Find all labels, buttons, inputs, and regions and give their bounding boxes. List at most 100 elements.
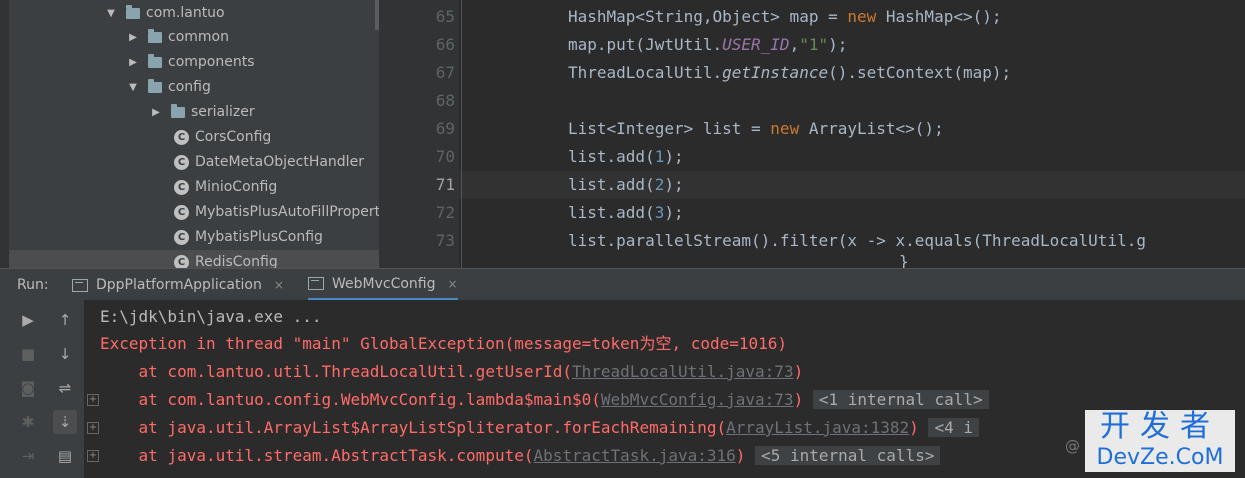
source-link[interactable]: ArrayList.java:1382 xyxy=(726,418,909,437)
stack-frame-text: at com.lantuo.config.WebMvcConfig.lambda… xyxy=(100,390,601,409)
chevron-down-icon[interactable]: ▼ xyxy=(126,75,140,100)
package-icon xyxy=(171,104,185,118)
run-config-icon xyxy=(308,277,324,290)
run-label: Run: xyxy=(17,277,49,293)
code-line-73[interactable]: list.parallelStream().filter(x -> x.equa… xyxy=(568,227,1146,255)
scroll-to-end-icon[interactable]: ⇣ xyxy=(53,410,77,434)
stop-icon[interactable]: ■ xyxy=(16,342,40,366)
stack-frame-suffix: ) xyxy=(793,390,804,409)
soft-wrap-icon[interactable]: ⇌ xyxy=(53,376,77,400)
code-line-66[interactable]: map.put(JwtUtil.USER_ID,"1"); xyxy=(568,31,847,59)
stack-frame-text: at java.util.ArrayList$ArrayListSplitera… xyxy=(100,418,727,437)
code-line-69[interactable]: List<Integer> list = new ArrayList<>(); xyxy=(568,115,944,143)
watermark-top: 开发者 xyxy=(1100,409,1220,444)
tree-item-components[interactable]: ▶ components xyxy=(126,50,255,75)
exit-icon[interactable]: ⇥ xyxy=(16,444,40,468)
run-tool-window-header: Run: DppPlatformApplication × WebMvcConf… xyxy=(0,268,1245,302)
chevron-right-icon[interactable]: ▶ xyxy=(126,25,140,50)
tab-webmvcconfig[interactable]: WebMvcConfig × xyxy=(308,269,458,301)
expand-icon[interactable]: + xyxy=(87,422,99,434)
code-line-71[interactable]: list.add(2); xyxy=(568,171,684,199)
rerun-icon[interactable]: ▶ xyxy=(16,308,40,332)
source-link[interactable]: AbstractTask.java:316 xyxy=(533,446,735,465)
tree-item-label: RedisConfig xyxy=(195,254,278,268)
line-number-current: 71 xyxy=(435,175,455,194)
chevron-down-icon[interactable]: ▼ xyxy=(104,1,118,26)
tree-item-corsconfig[interactable]: C CorsConfig xyxy=(174,125,271,150)
tab-label: WebMvcConfig xyxy=(332,275,436,292)
tree-item-datemetaobjecthandler[interactable]: C DateMetaObjectHandler xyxy=(174,150,364,175)
code-editor[interactable]: 65 66 67 68 69 70 71 72 73 HashMap<Strin… xyxy=(379,0,1245,268)
print-icon[interactable]: ▤ xyxy=(53,444,77,468)
camera-icon[interactable]: ◙ xyxy=(16,376,40,400)
close-icon[interactable]: × xyxy=(274,269,284,301)
tree-item-redisconfig[interactable]: C RedisConfig xyxy=(9,250,379,268)
chevron-right-icon[interactable]: ▶ xyxy=(149,100,163,125)
line-number: 67 xyxy=(435,63,455,82)
code-line-72[interactable]: list.add(3); xyxy=(568,199,684,227)
expand-icon[interactable]: + xyxy=(87,450,99,462)
stack-frame: at com.lantuo.util.ThreadLocalUtil.getUs… xyxy=(100,358,804,386)
line-number: 68 xyxy=(435,91,455,110)
class-icon: C xyxy=(174,130,189,145)
tree-item-mybatisplusconfig[interactable]: C MybatisPlusConfig xyxy=(174,225,323,250)
source-link[interactable]: WebMvcConfig.java:73 xyxy=(601,390,794,409)
internal-calls-badge[interactable]: <4 i xyxy=(928,418,979,437)
tree-item-label: MybatisPlusConfig xyxy=(195,229,323,245)
tree-item-minioconfig[interactable]: C MinioConfig xyxy=(174,175,277,200)
tree-item-label: DateMetaObjectHandler xyxy=(195,154,364,170)
stack-frame-text: at com.lantuo.util.ThreadLocalUtil.getUs… xyxy=(100,362,573,381)
tree-item-serializer[interactable]: ▶ serializer xyxy=(149,100,255,125)
stack-frame-text: at java.util.stream.AbstractTask.compute… xyxy=(100,446,534,465)
tree-item-mybatisplusautofill[interactable]: C MybatisPlusAutoFillPropert xyxy=(174,200,379,225)
line-number: 66 xyxy=(435,35,455,54)
source-link[interactable]: ThreadLocalUtil.java:73 xyxy=(572,362,794,381)
code-closing-brace: } xyxy=(899,252,909,268)
code-line-70[interactable]: list.add(1); xyxy=(568,143,684,171)
stack-frame-suffix: ) xyxy=(793,362,804,381)
fold-gutter-line xyxy=(461,0,462,268)
tree-item-label: com.lantuo xyxy=(146,5,225,21)
chevron-right-icon[interactable]: ▶ xyxy=(126,50,140,75)
watermark-bottom: DevZe.CoM xyxy=(1096,445,1224,470)
tree-item-config[interactable]: ▼ config xyxy=(126,75,211,100)
arrow-up-icon[interactable]: ↑ xyxy=(53,308,77,332)
code-line-67[interactable]: ThreadLocalUtil.getInstance().setContext… xyxy=(568,59,1011,87)
package-icon xyxy=(148,79,162,93)
class-icon: C xyxy=(174,180,189,195)
stack-frame: at com.lantuo.config.WebMvcConfig.lambda… xyxy=(100,386,989,414)
expand-icon[interactable]: + xyxy=(87,394,99,406)
tab-label: DppPlatformApplication xyxy=(96,277,262,293)
console-exception-line: Exception in thread "main" GlobalExcepti… xyxy=(100,334,788,353)
stack-frame-suffix: ) xyxy=(735,446,746,465)
tree-item-label: config xyxy=(168,79,211,95)
package-icon xyxy=(126,5,140,19)
run-toolbar: ▶ ↑ ■ ↓ ◙ ⇌ ✱ ⇣ ⇥ ▤ xyxy=(0,300,84,478)
tree-item-label: MybatisPlusAutoFillPropert xyxy=(195,204,379,220)
internal-calls-badge[interactable]: <5 internal calls> xyxy=(755,446,941,465)
internal-calls-badge[interactable]: <1 internal call> xyxy=(812,390,989,409)
code-line-65[interactable]: HashMap<String,Object> map = new HashMap… xyxy=(568,3,1002,31)
class-icon: C xyxy=(174,255,189,268)
tab-dppplatformapplication[interactable]: DppPlatformApplication × xyxy=(72,269,284,301)
tree-item-label: components xyxy=(168,54,255,70)
close-icon[interactable]: × xyxy=(448,268,458,300)
arrow-down-icon[interactable]: ↓ xyxy=(53,342,77,366)
line-number: 72 xyxy=(435,203,455,222)
tree-item-common[interactable]: ▶ common xyxy=(126,25,229,50)
class-icon: C xyxy=(174,155,189,170)
line-number-gutter: 65 66 67 68 69 70 71 72 73 xyxy=(379,0,459,268)
watermark-logo: 开发者 DevZe.CoM xyxy=(1085,410,1235,472)
stack-frame-suffix: ) xyxy=(909,418,919,437)
tree-item-label: common xyxy=(168,29,229,45)
line-number: 65 xyxy=(435,7,455,26)
line-number: 70 xyxy=(435,147,455,166)
debug-icon[interactable]: ✱ xyxy=(16,410,40,434)
stack-frame: at java.util.stream.AbstractTask.compute… xyxy=(100,442,941,470)
class-icon: C xyxy=(174,230,189,245)
tree-item-com-lantuo[interactable]: ▼ com.lantuo xyxy=(104,1,225,26)
stack-frame: at java.util.ArrayList$ArrayListSplitera… xyxy=(100,414,979,442)
watermark-at: @ xyxy=(1065,437,1080,455)
console-command-line: E:\jdk\bin\java.exe ... xyxy=(100,307,322,326)
tree-item-label: CorsConfig xyxy=(195,129,272,145)
